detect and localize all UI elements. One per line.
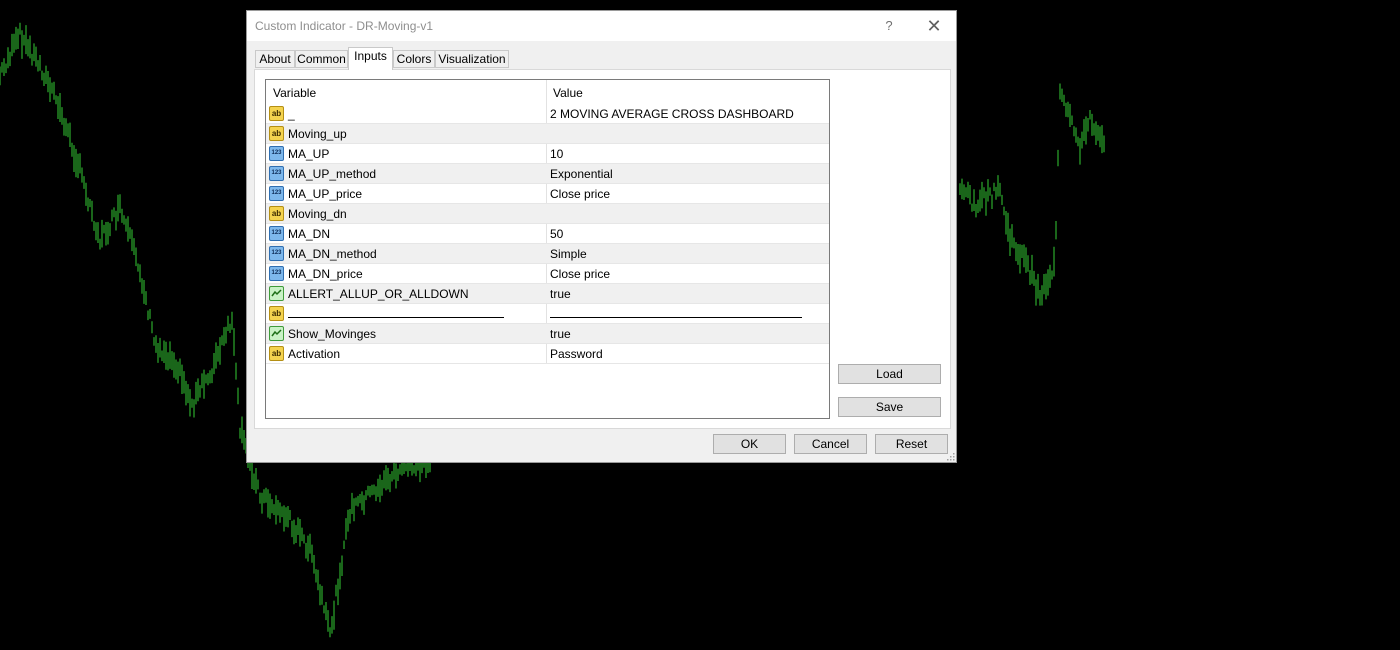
table-row[interactable]: ALLERT_ALLUP_OR_ALLDOWN true [266, 284, 829, 304]
table-row[interactable]: ab [266, 304, 829, 324]
numeric-type-icon: 123 [269, 226, 284, 241]
boolean-type-icon [269, 326, 284, 341]
variable-value[interactable]: Close price [550, 187, 610, 201]
help-button[interactable]: ? [879, 17, 899, 35]
table-row[interactable]: 123 MA_DN 50 [266, 224, 829, 244]
string-type-icon: ab [269, 306, 284, 321]
numeric-type-icon: 123 [269, 266, 284, 281]
tab-common[interactable]: Common [295, 50, 348, 68]
numeric-type-icon: 123 [269, 166, 284, 181]
variable-name: MA_DN_price [288, 267, 363, 281]
variable-value[interactable]: Close price [550, 267, 610, 281]
variable-value[interactable]: true [550, 327, 571, 341]
variable-name: Moving_up [288, 127, 347, 141]
title-bar[interactable]: Custom Indicator - DR-Moving-v1 ? ✕ [247, 11, 956, 41]
variable-name: Moving_dn [288, 207, 347, 221]
variable-name: MA_UP [288, 147, 330, 161]
column-header-variable[interactable]: Variable [273, 86, 316, 100]
variable-value[interactable]: 2 MOVING AVERAGE CROSS DASHBOARD [550, 107, 794, 121]
reset-button[interactable]: Reset [875, 434, 948, 454]
variable-name: Show_Movinges [288, 327, 377, 341]
numeric-type-icon: 123 [269, 246, 284, 261]
inputs-panel: Variable Value ab _ 2 MOVING AVERAGE CROSS… [254, 69, 951, 429]
tab-about[interactable]: About [255, 50, 295, 68]
grid-header: Variable Value [266, 80, 829, 104]
table-row[interactable]: 123 MA_DN_method Simple [266, 244, 829, 264]
string-type-icon: ab [269, 346, 284, 361]
variable-name: MA_DN_method [288, 247, 377, 261]
tab-colors[interactable]: Colors [393, 50, 435, 68]
variable-name: _ [288, 107, 295, 121]
custom-indicator-dialog: Custom Indicator - DR-Moving-v1 ? ✕ Abou… [246, 10, 957, 463]
variable-value[interactable]: 50 [550, 227, 563, 241]
variable-value[interactable]: Simple [550, 247, 587, 261]
resize-grip-icon[interactable] [945, 451, 955, 461]
variable-name: MA_UP_method [288, 167, 377, 181]
inputs-grid: Variable Value ab _ 2 MOVING AVERAGE CROSS… [265, 79, 830, 419]
table-row[interactable]: ab Moving_up [266, 124, 829, 144]
table-row[interactable]: Show_Movinges true [266, 324, 829, 344]
separator-line [288, 317, 504, 318]
ok-button[interactable]: OK [713, 434, 786, 454]
tab-visualization[interactable]: Visualization [435, 50, 509, 68]
string-type-icon: ab [269, 206, 284, 221]
table-row[interactable]: ab Activation Password [266, 344, 829, 364]
table-row[interactable]: 123 MA_DN_price Close price [266, 264, 829, 284]
variable-name: MA_UP_price [288, 187, 363, 201]
load-button[interactable]: Load [838, 364, 941, 384]
variable-name: ALLERT_ALLUP_OR_ALLDOWN [288, 287, 469, 301]
table-row[interactable]: ab _ 2 MOVING AVERAGE CROSS DASHBOARD [266, 104, 829, 124]
close-button[interactable]: ✕ [923, 15, 945, 37]
table-row[interactable]: ab Moving_dn [266, 204, 829, 224]
tab-inputs[interactable]: Inputs [348, 47, 393, 70]
table-row[interactable]: 123 MA_UP_price Close price [266, 184, 829, 204]
variable-value[interactable]: Password [550, 347, 603, 361]
string-type-icon: ab [269, 126, 284, 141]
variable-name: Activation [288, 347, 341, 361]
numeric-type-icon: 123 [269, 186, 284, 201]
table-row[interactable]: 123 MA_UP_method Exponential [266, 164, 829, 184]
cancel-button[interactable]: Cancel [794, 434, 867, 454]
variable-value[interactable]: true [550, 287, 571, 301]
separator-line [550, 317, 802, 318]
variable-name: MA_DN [288, 227, 331, 241]
variable-value[interactable]: 10 [550, 147, 563, 161]
string-type-icon: ab [269, 106, 284, 121]
numeric-type-icon: 123 [269, 146, 284, 161]
boolean-type-icon [269, 286, 284, 301]
column-header-value[interactable]: Value [553, 86, 583, 100]
dialog-title: Custom Indicator - DR-Moving-v1 [255, 19, 434, 33]
table-row[interactable]: 123 MA_UP 10 [266, 144, 829, 164]
variable-value[interactable]: Exponential [550, 167, 613, 181]
save-button[interactable]: Save [838, 397, 941, 417]
